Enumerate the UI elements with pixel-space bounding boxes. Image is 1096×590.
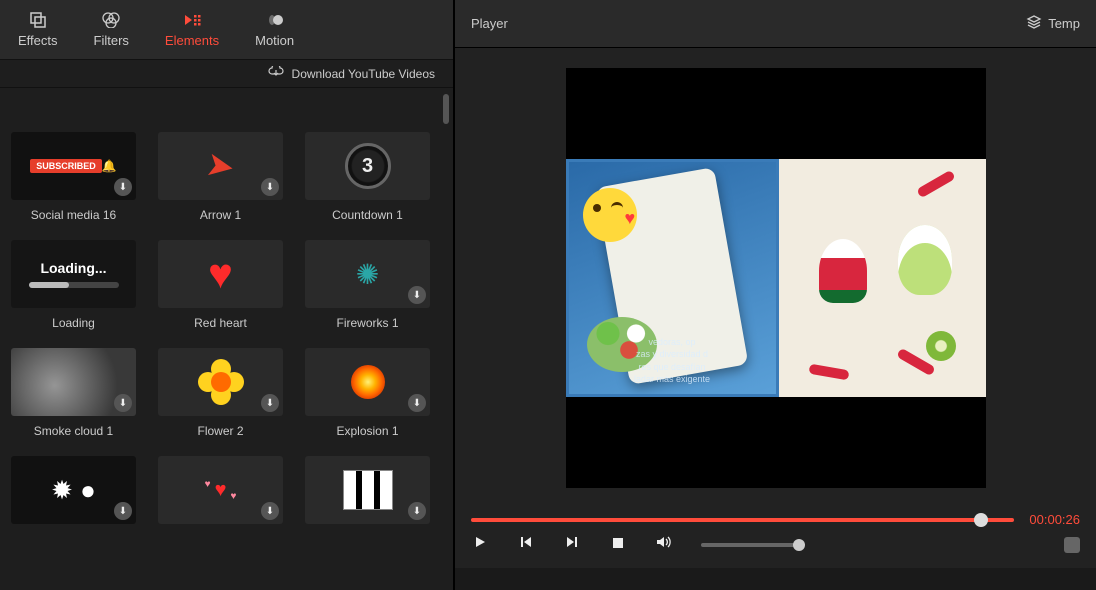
element-label: Arrow 1 (200, 208, 241, 222)
element-label: Loading (52, 316, 95, 330)
volume-button[interactable] (655, 535, 673, 554)
element-label: Explosion 1 (336, 424, 398, 438)
cloud-download-icon (268, 66, 284, 81)
elements-grid: SUBSCRIBED 🔔 ⬇ Social media 16 ➤ ⬇ Arrow… (0, 88, 453, 590)
download-icon[interactable]: ⬇ (408, 394, 426, 412)
element-item-flower-2[interactable]: ⬇ Flower 2 (153, 348, 288, 438)
top-tabs: Effects Filters Elements Motion (0, 0, 453, 60)
element-label: Smoke cloud 1 (34, 424, 113, 438)
element-item-smoke-cloud-1[interactable]: ⬇ Smoke cloud 1 (6, 348, 141, 438)
download-youtube-label: Download YouTube Videos (292, 67, 435, 81)
bell-icon: 🔔 (102, 159, 117, 173)
download-icon[interactable]: ⬇ (114, 394, 132, 412)
element-item-hearts[interactable]: ♥♥♥ ⬇ (153, 456, 288, 532)
element-label: Fireworks 1 (336, 316, 398, 330)
templates-label: Temp (1048, 16, 1080, 31)
video-frame[interactable]: ♥ vedoras, op zas y diversidad d res que… (566, 68, 986, 488)
element-item-countdown-1[interactable]: 3 Countdown 1 (300, 132, 435, 222)
templates-button[interactable]: Temp (1026, 14, 1080, 33)
seek-bar[interactable] (471, 518, 1014, 522)
video-subtitle: vedoras, op zas y diversidad d res que d… (634, 336, 710, 386)
download-icon[interactable]: ⬇ (261, 502, 279, 520)
element-label: Red heart (194, 316, 247, 330)
tab-label: Filters (94, 33, 129, 48)
element-label: Flower 2 (197, 424, 243, 438)
left-panel: Effects Filters Elements Motion (0, 0, 455, 590)
player-title: Player (471, 16, 508, 31)
loading-text: Loading... (40, 260, 106, 276)
element-item-fireworks-1[interactable]: ✺ ⬇ Fireworks 1 (300, 240, 435, 330)
splash-icon: ✹ ● (51, 475, 96, 506)
seek-knob[interactable] (974, 513, 988, 527)
download-icon[interactable]: ⬇ (261, 178, 279, 196)
arrow-icon: ➤ (203, 144, 238, 188)
player-viewport: ♥ vedoras, op zas y diversidad d res que… (455, 48, 1096, 508)
hearts-icon: ♥♥♥ (205, 479, 237, 502)
download-icon[interactable]: ⬇ (114, 178, 132, 196)
elements-icon (183, 11, 201, 29)
fireworks-icon: ✺ (356, 258, 379, 291)
tab-filters[interactable]: Filters (76, 5, 147, 54)
motion-icon (266, 11, 284, 29)
element-item-social-media-16[interactable]: SUBSCRIBED 🔔 ⬇ Social media 16 (6, 132, 141, 222)
prev-frame-button[interactable] (517, 535, 535, 554)
play-button[interactable] (471, 535, 489, 554)
download-icon[interactable]: ⬇ (261, 394, 279, 412)
explosion-icon (351, 365, 385, 399)
tab-elements[interactable]: Elements (147, 5, 237, 54)
element-item-splash[interactable]: ✹ ● ⬇ (6, 456, 141, 532)
scrollbar-thumb[interactable] (443, 94, 449, 124)
tab-label: Motion (255, 33, 294, 48)
element-item-red-heart[interactable]: ♥ Red heart (153, 240, 288, 330)
download-icon[interactable]: ⬇ (114, 502, 132, 520)
effects-icon (29, 11, 47, 29)
element-label: Social media 16 (31, 208, 116, 222)
filters-icon (102, 11, 120, 29)
timecode: 00:00:26 (1024, 512, 1080, 527)
flower-icon (198, 359, 244, 405)
volume-slider[interactable] (701, 543, 801, 547)
player-panel: Player Temp ♥ vedoras, op zas y diversid… (455, 0, 1096, 590)
layers-icon (1026, 14, 1042, 33)
element-label: Countdown 1 (332, 208, 403, 222)
video-clip-left: ♥ vedoras, op zas y diversidad d res que… (566, 159, 779, 397)
element-item-explosion-1[interactable]: ⬇ Explosion 1 (300, 348, 435, 438)
tab-motion[interactable]: Motion (237, 5, 312, 54)
stop-button[interactable] (609, 536, 627, 554)
tab-label: Elements (165, 33, 219, 48)
loading-bar (29, 282, 119, 288)
tab-effects[interactable]: Effects (0, 5, 76, 54)
download-icon[interactable]: ⬇ (408, 286, 426, 304)
download-icon[interactable]: ⬇ (408, 502, 426, 520)
fullscreen-button[interactable] (1064, 537, 1080, 553)
bottom-strip (455, 568, 1096, 590)
smoke-preview: ⬇ (11, 348, 136, 416)
pixel-icon (343, 470, 393, 510)
element-item-pixel[interactable]: ⬇ (300, 456, 435, 532)
subscribed-badge: SUBSCRIBED (30, 159, 102, 173)
element-item-arrow-1[interactable]: ➤ ⬇ Arrow 1 (153, 132, 288, 222)
tab-label: Effects (18, 33, 58, 48)
heart-icon: ♥ (208, 250, 233, 298)
next-frame-button[interactable] (563, 535, 581, 554)
countdown-number: 3 (345, 143, 391, 189)
element-item-loading[interactable]: Loading... Loading (6, 240, 141, 330)
download-youtube-link[interactable]: Download YouTube Videos (0, 60, 453, 88)
video-clip-right (779, 159, 986, 397)
